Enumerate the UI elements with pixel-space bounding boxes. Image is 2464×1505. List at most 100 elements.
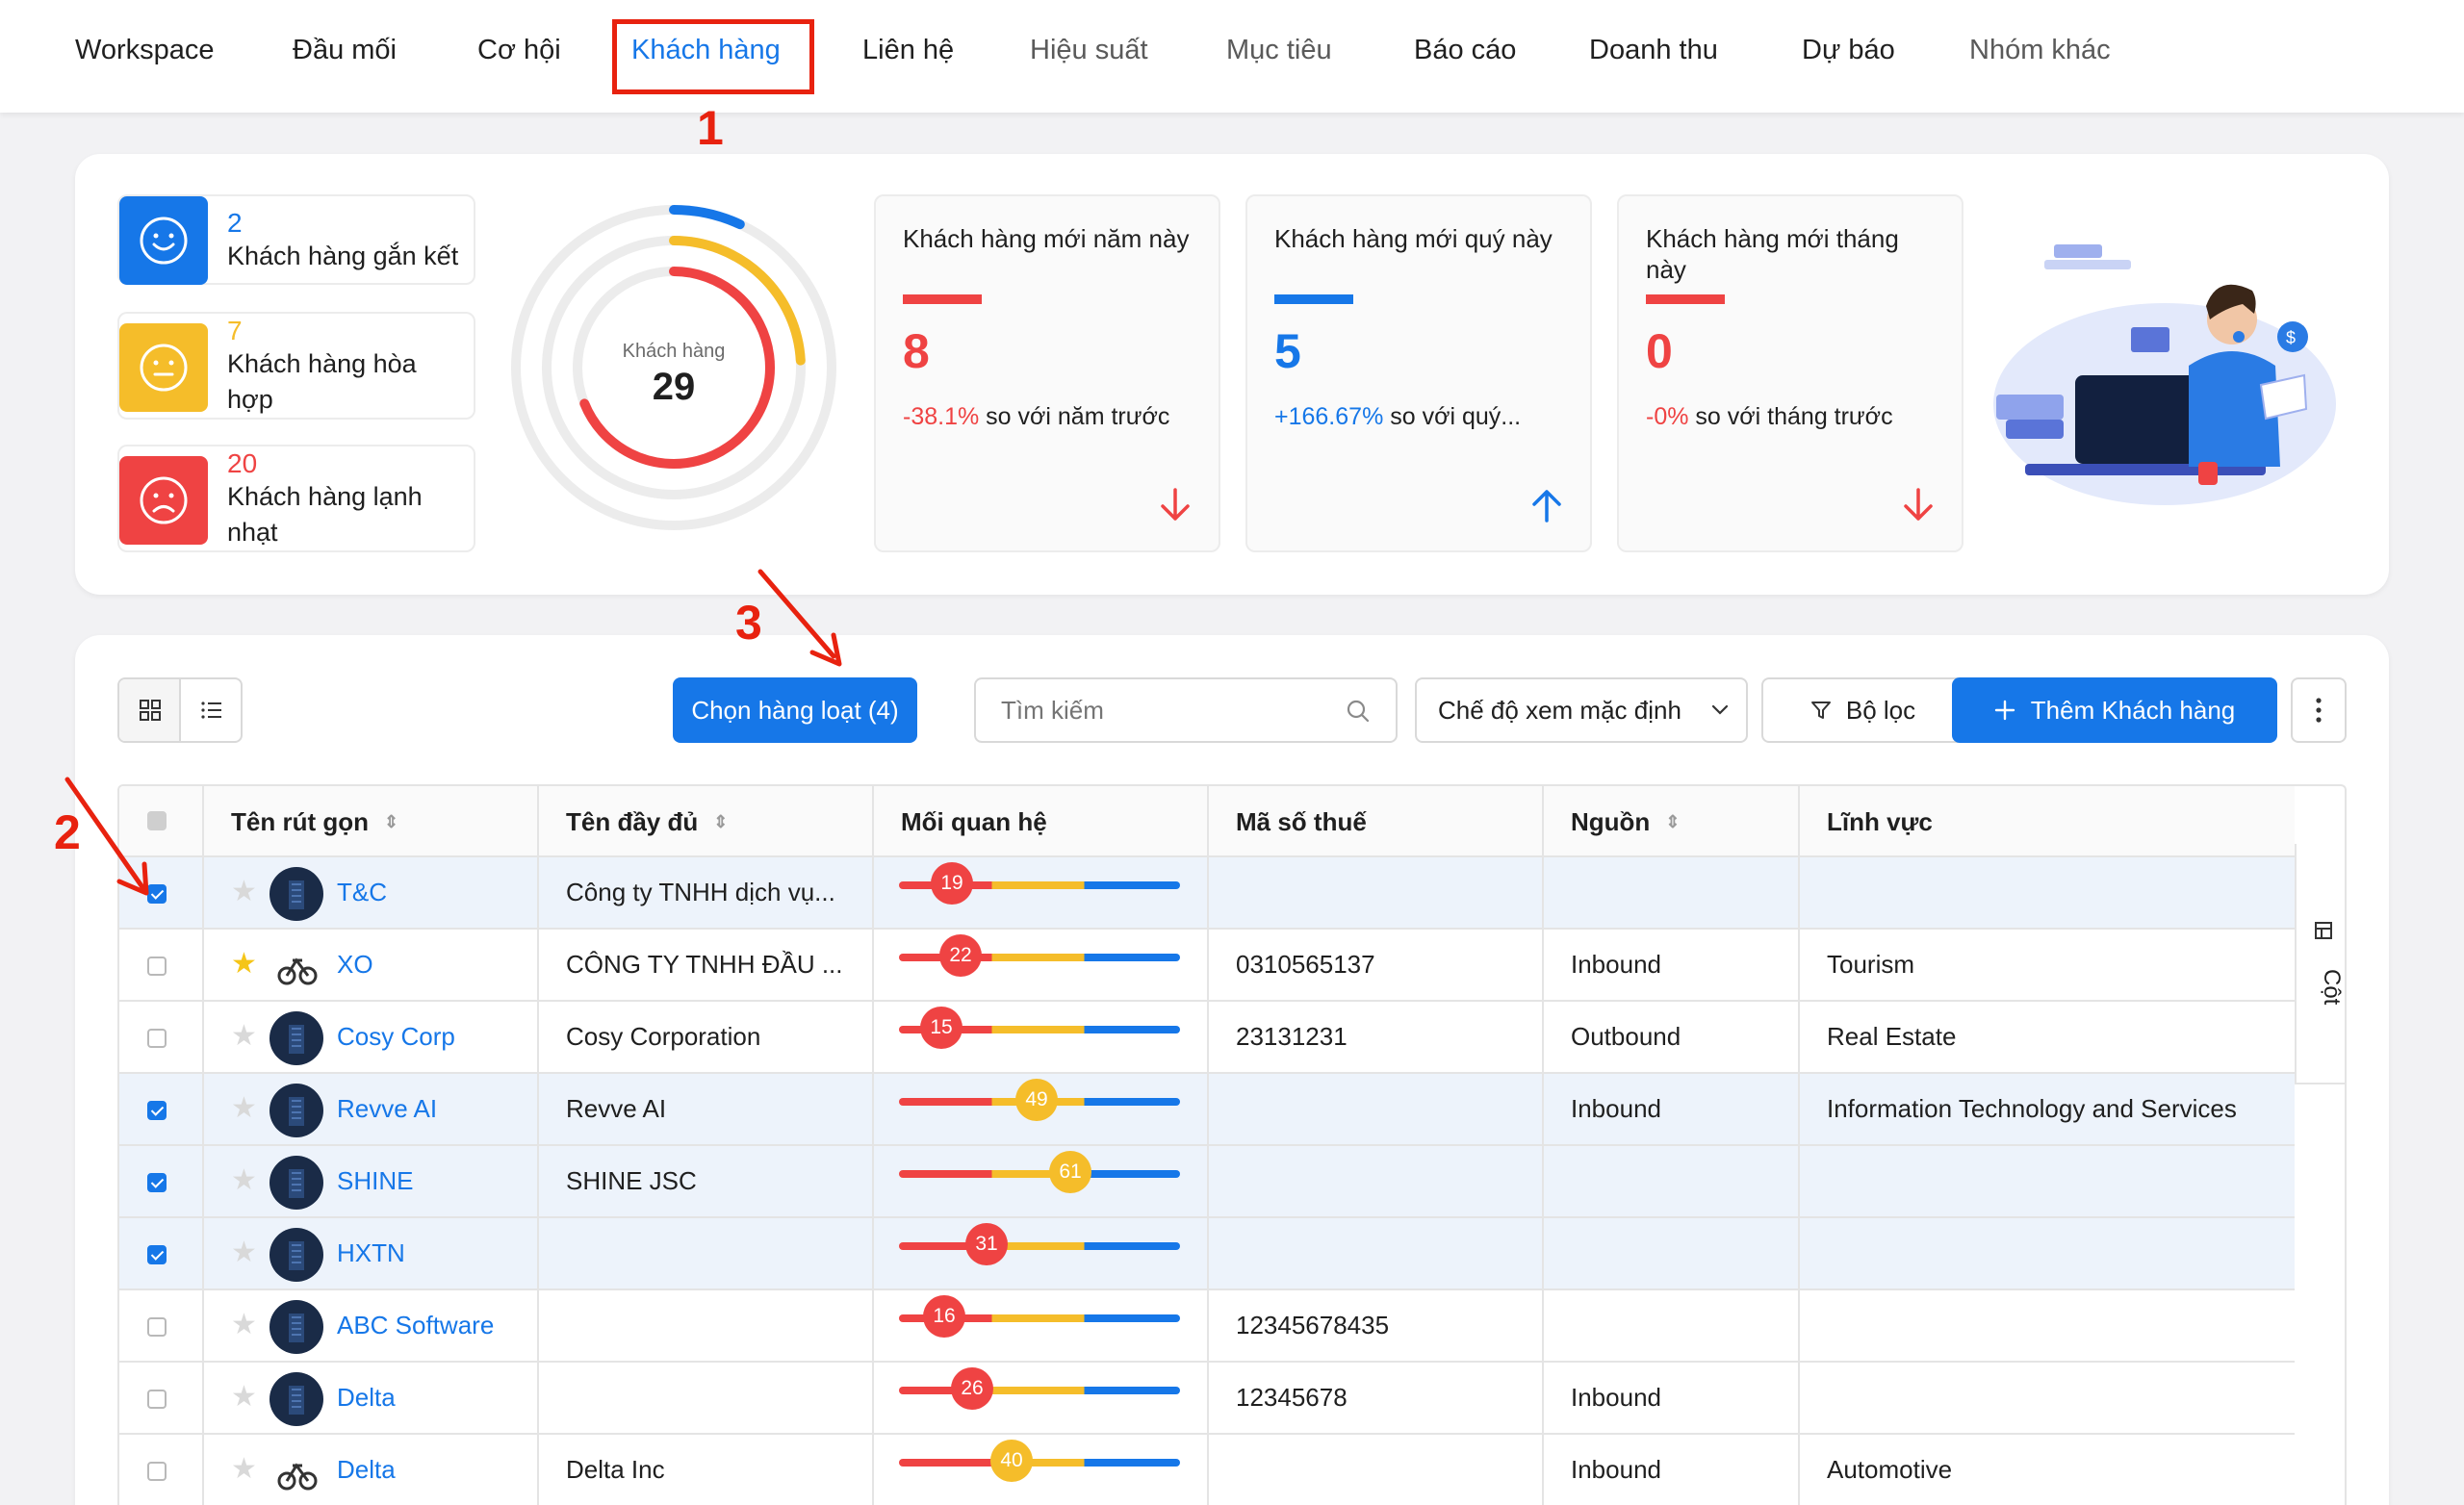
kpi-change-suffix: so với năm trước (979, 403, 1170, 430)
tax-code: 0310565137 (1236, 950, 1375, 979)
company-avatar (270, 1084, 323, 1137)
column-header-full-name[interactable]: Tên đầy đủ ⇕ (566, 786, 758, 857)
nav-workspace[interactable]: Workspace (75, 35, 215, 66)
customer-full-name: Cosy Corporation (566, 1022, 761, 1051)
column-header-source[interactable]: Nguồn ⇕ (1571, 786, 1763, 857)
customer-short-name[interactable]: T&C (337, 857, 529, 928)
company-avatar (270, 1156, 323, 1210)
customer-short-name[interactable]: Delta (337, 1435, 529, 1505)
nav-opportunities[interactable]: Cơ hội (477, 35, 561, 66)
column-settings-tab[interactable]: Cột (2295, 844, 2345, 1084)
kpi-title: Khách hàng mới tháng này (1646, 224, 1899, 284)
search-input[interactable] (978, 681, 1324, 739)
add-customer-button[interactable]: Thêm Khách hàng (1952, 677, 2277, 743)
row-checkbox[interactable] (147, 1390, 167, 1409)
segment-label: Khách hàng lạnh nhạt (227, 482, 423, 547)
row-checkbox[interactable] (147, 1101, 167, 1120)
source: Inbound (1571, 1455, 1661, 1484)
search-box (974, 677, 1398, 743)
kpi-change-percent: -38.1% (903, 403, 980, 430)
column-divider (537, 786, 539, 1505)
row-checkbox[interactable] (147, 957, 167, 976)
customer-short-name[interactable]: Revve AI (337, 1074, 529, 1144)
grid-view-button[interactable] (119, 679, 181, 741)
customer-ring-chart: Khách hàng 29 (508, 202, 839, 533)
more-vertical-icon (2316, 698, 2322, 723)
star-icon[interactable]: ★ (231, 1091, 257, 1125)
customer-short-name[interactable]: Delta (337, 1363, 529, 1433)
star-icon[interactable]: ★ (231, 1236, 257, 1269)
row-checkbox[interactable] (147, 1029, 167, 1048)
company-avatar (270, 1444, 323, 1498)
more-options-button[interactable] (2291, 677, 2347, 743)
view-mode-select[interactable]: Chế độ xem mặc định (1415, 677, 1748, 743)
bulk-select-button[interactable]: Chọn hàng loạt (4) (673, 677, 917, 743)
row-checkbox[interactable] (147, 1317, 167, 1337)
segment-card-cold[interactable]: 20 Khách hàng lạnh nhạt (117, 445, 475, 552)
add-customer-label: Thêm Khách hàng (2030, 695, 2236, 725)
nav-goals[interactable]: Mục tiêu (1226, 35, 1332, 66)
nav-revenue[interactable]: Doanh thu (1589, 35, 1718, 66)
customer-short-name[interactable]: XO (337, 930, 529, 1000)
segment-card-harmonious[interactable]: 7 Khách hàng hòa hợp (117, 312, 475, 420)
sort-icon[interactable]: ⇕ (384, 812, 398, 832)
customer-short-name[interactable]: ABC Software (337, 1290, 529, 1361)
customer-short-name[interactable]: Cosy Corp (337, 1002, 529, 1072)
industry: Tourism (1827, 950, 1915, 979)
tax-code: 12345678435 (1236, 1311, 1390, 1339)
kpi-change-percent: -0% (1646, 403, 1689, 430)
column-header-short-name[interactable]: Tên rút gọn ⇕ (231, 786, 424, 857)
relationship-bar: 26 (899, 1367, 1180, 1410)
nav-other-groups[interactable]: Nhóm khác (1969, 35, 2111, 66)
customer-full-name: Công ty TNHH dịch vụ... (566, 878, 835, 906)
office-worker-illustration: $ (1993, 244, 2336, 505)
relationship-bar: 40 (899, 1440, 1180, 1482)
star-icon[interactable]: ★ (231, 1380, 257, 1414)
column-divider (872, 786, 874, 1505)
customer-short-name[interactable]: HXTN (337, 1218, 529, 1288)
column-header-tax-code[interactable]: Mã số thuế (1236, 786, 1428, 857)
row-checkbox[interactable] (147, 1173, 167, 1192)
ring-total: 29 (652, 366, 696, 408)
search-icon[interactable] (1346, 699, 1371, 724)
nav-reports[interactable]: Báo cáo (1414, 35, 1516, 66)
nav-performance[interactable]: Hiệu suất (1030, 35, 1148, 66)
star-icon[interactable]: ★ (231, 875, 257, 908)
industry: Information Technology and Services (1827, 1094, 2237, 1123)
star-icon[interactable]: ★ (231, 1019, 257, 1053)
neutral-face-icon (119, 323, 208, 412)
segment-card-engaged[interactable]: 2 Khách hàng gắn kết (117, 194, 475, 285)
tax-code (1236, 1074, 1525, 1144)
nav-contacts[interactable]: Liên hệ (862, 35, 954, 66)
list-icon (201, 701, 221, 719)
relationship-bar: 16 (899, 1295, 1180, 1338)
relationship-bar: 15 (899, 1007, 1180, 1049)
column-header-relationship[interactable]: Mối quan hệ (901, 786, 1093, 857)
star-icon[interactable]: ★ (231, 947, 257, 981)
tax-code: 12345678 (1236, 1383, 1348, 1412)
nav-leads[interactable]: Đầu mối (293, 35, 397, 66)
sort-icon[interactable]: ⇕ (1665, 812, 1680, 832)
smile-icon (119, 196, 208, 285)
nav-forecast[interactable]: Dự báo (1802, 35, 1895, 66)
industry (1827, 1290, 2289, 1361)
relationship-score: 19 (931, 862, 973, 905)
star-icon[interactable]: ★ (231, 1308, 257, 1341)
industry: Automotive (1827, 1455, 1953, 1484)
company-avatar (270, 1011, 323, 1065)
annotation-arrow-icon (757, 569, 842, 667)
star-icon[interactable]: ★ (231, 1452, 257, 1486)
plus-icon (1994, 700, 2015, 721)
annotation-arrow-icon (64, 777, 149, 896)
source: Outbound (1571, 1022, 1681, 1051)
column-header-industry[interactable]: Lĩnh vực (1827, 786, 2116, 857)
row-checkbox[interactable] (147, 1245, 167, 1264)
list-view-button[interactable] (183, 679, 243, 741)
kpi-value: 5 (1274, 324, 1301, 378)
sort-icon[interactable]: ⇕ (713, 812, 728, 832)
row-checkbox[interactable] (147, 1462, 167, 1481)
customer-short-name[interactable]: SHINE (337, 1146, 529, 1216)
highlight-box (612, 19, 814, 94)
filter-button[interactable]: Bộ lọc (1761, 677, 1964, 743)
star-icon[interactable]: ★ (231, 1163, 257, 1197)
